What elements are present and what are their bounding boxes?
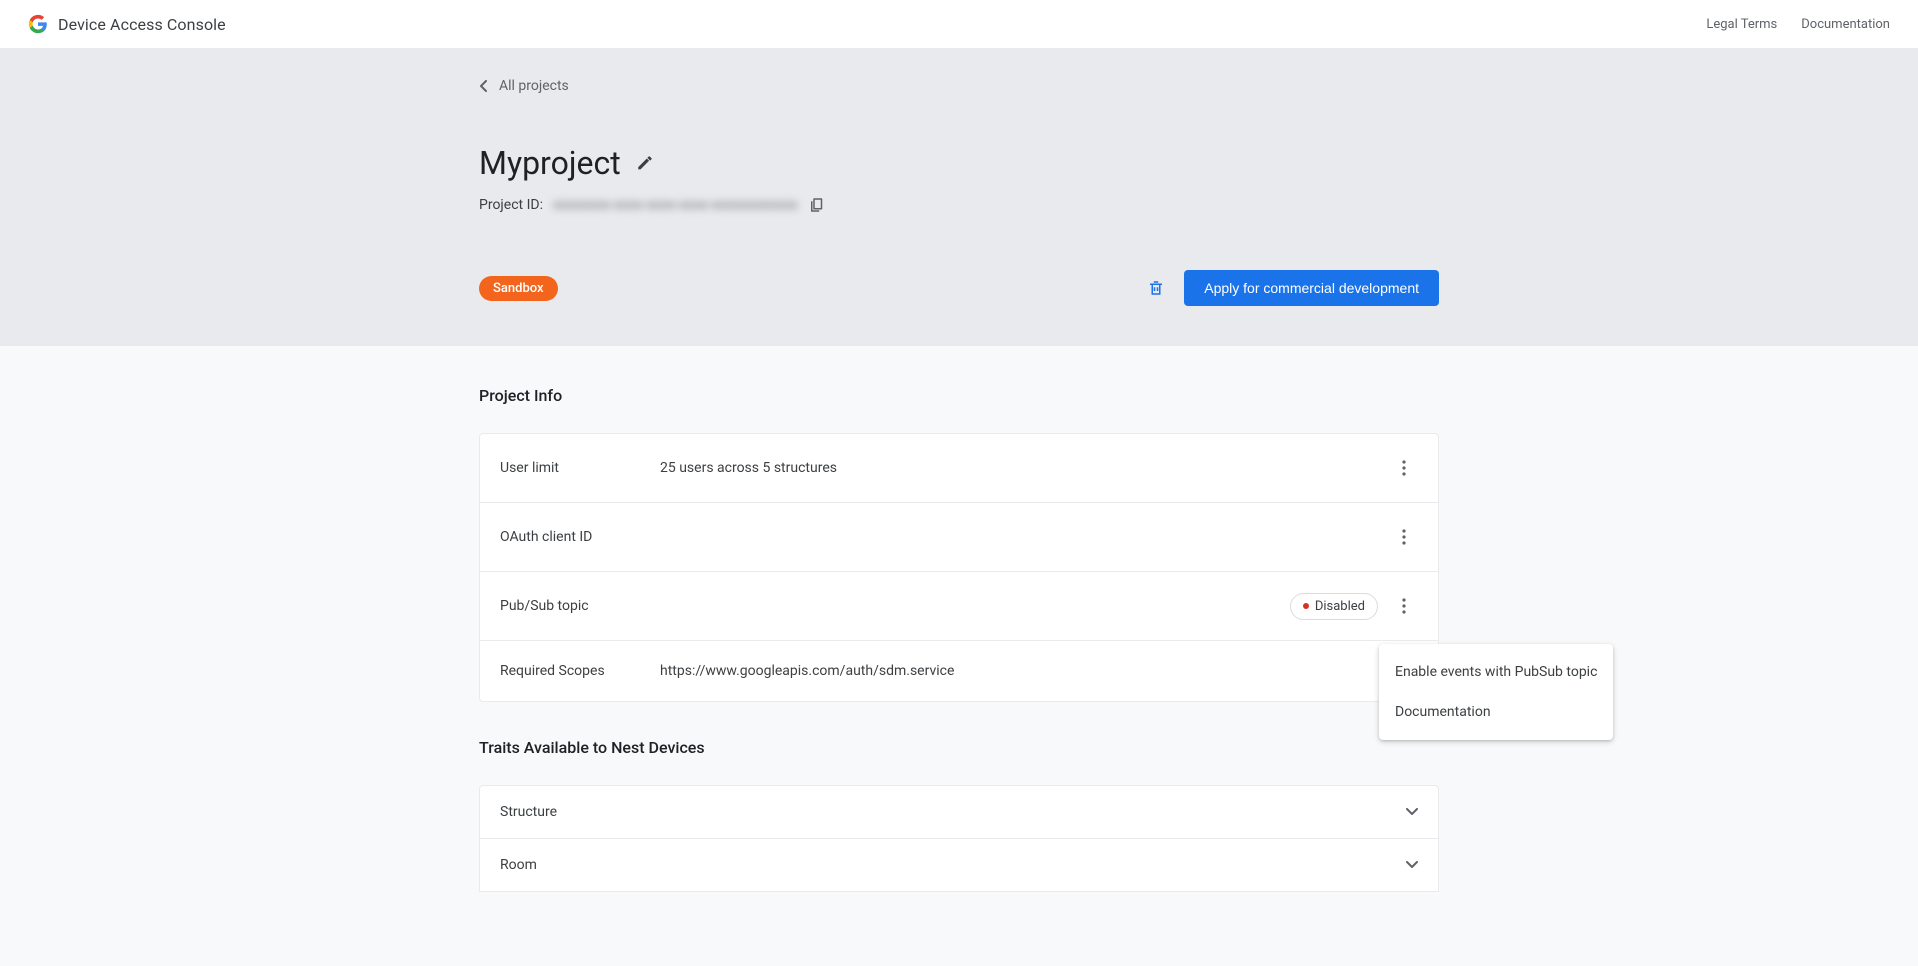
oauth-row: OAuth client ID xyxy=(480,503,1438,572)
oauth-more-button[interactable] xyxy=(1390,523,1418,551)
traits-list: Structure Room xyxy=(479,785,1439,892)
trait-label: Structure xyxy=(500,804,557,820)
sandbox-badge: Sandbox xyxy=(479,276,558,301)
topbar: Device Access Console Legal Terms Docume… xyxy=(0,0,1918,49)
apply-commercial-button[interactable]: Apply for commercial development xyxy=(1184,270,1439,306)
google-logo-icon xyxy=(28,14,48,34)
pubsub-status-badge: Disabled xyxy=(1290,593,1378,620)
trait-room-row[interactable]: Room xyxy=(479,839,1439,892)
menu-documentation[interactable]: Documentation xyxy=(1379,692,1613,732)
scopes-label: Required Scopes xyxy=(500,663,660,679)
user-limit-value: 25 users across 5 structures xyxy=(660,460,1390,476)
menu-enable-pubsub[interactable]: Enable events with PubSub topic xyxy=(1379,652,1613,692)
pubsub-more-button[interactable] xyxy=(1390,592,1418,620)
documentation-link[interactable]: Documentation xyxy=(1801,17,1890,32)
pubsub-status-text: Disabled xyxy=(1315,599,1365,614)
user-limit-more-button[interactable] xyxy=(1390,454,1418,482)
project-info-heading: Project Info xyxy=(479,386,1439,405)
main-content: Project Info User limit 25 users across … xyxy=(0,346,1918,966)
chevron-down-icon xyxy=(1406,861,1418,869)
breadcrumb-label: All projects xyxy=(499,78,569,94)
project-info-table: User limit 25 users across 5 structures … xyxy=(479,433,1439,702)
trait-structure-row[interactable]: Structure xyxy=(479,785,1439,839)
project-id-value: xxxxxxxx-xxxx-xxxx-xxxx-xxxxxxxxxxxx xyxy=(553,197,798,213)
scopes-value: https://www.googleapis.com/auth/sdm.serv… xyxy=(660,663,1418,679)
status-dot-icon xyxy=(1303,603,1309,609)
pubsub-row: Pub/Sub topic Disabled xyxy=(480,572,1438,641)
user-limit-row: User limit 25 users across 5 structures xyxy=(480,434,1438,503)
trait-label: Room xyxy=(500,857,537,873)
chevron-left-icon xyxy=(479,81,489,91)
copy-project-id-button[interactable] xyxy=(808,196,826,214)
pubsub-context-menu: Enable events with PubSub topic Document… xyxy=(1379,644,1613,740)
user-limit-label: User limit xyxy=(500,460,660,476)
main-scroll[interactable]: All projects Myproject Project ID: xxxxx… xyxy=(0,49,1918,966)
breadcrumb-all-projects[interactable]: All projects xyxy=(479,78,569,94)
legal-terms-link[interactable]: Legal Terms xyxy=(1706,17,1777,32)
oauth-label: OAuth client ID xyxy=(500,529,660,545)
pubsub-label: Pub/Sub topic xyxy=(500,598,660,614)
hero-section: All projects Myproject Project ID: xxxxx… xyxy=(0,49,1918,346)
scopes-row: Required Scopes https://www.googleapis.c… xyxy=(480,641,1438,701)
delete-project-button[interactable] xyxy=(1146,278,1166,298)
traits-heading: Traits Available to Nest Devices xyxy=(479,738,1439,757)
chevron-down-icon xyxy=(1406,808,1418,816)
project-id-label: Project ID: xyxy=(479,197,543,213)
edit-project-name-button[interactable] xyxy=(635,153,655,173)
project-title: Myproject xyxy=(479,144,621,182)
app-title: Device Access Console xyxy=(58,15,226,34)
